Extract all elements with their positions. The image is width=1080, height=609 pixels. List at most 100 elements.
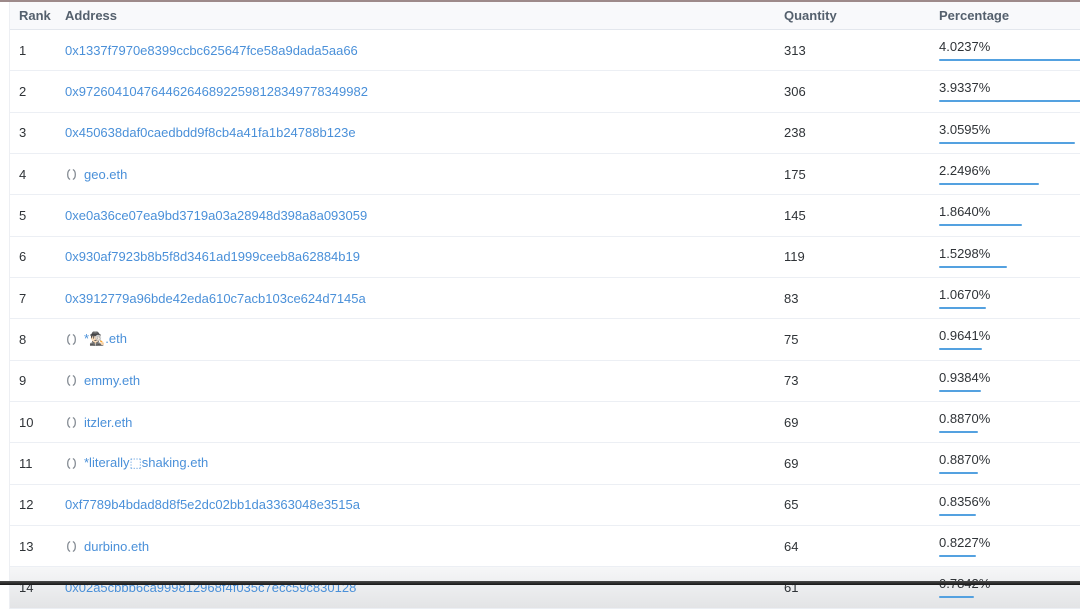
- ens-name-icon: [65, 416, 78, 429]
- percentage-cell: 1.8640%: [939, 204, 1080, 226]
- table-row: 13 durbino.eth 64 0.8227%: [10, 526, 1080, 567]
- percentage-bar-fill: [939, 431, 978, 433]
- table-header-row: Rank Address Quantity Percentage: [10, 2, 1080, 30]
- percentage-bar-fill: [939, 142, 1075, 144]
- table-row: 10 itzler.eth 69 0.8870%: [10, 402, 1080, 443]
- rank-cell: 9: [10, 373, 65, 388]
- quantity-cell: 69: [784, 415, 939, 430]
- address-link[interactable]: 0xf7789b4bdad8d8f5e2dc02bb1da3363048e351…: [65, 497, 360, 512]
- column-header-address: Address: [65, 8, 784, 23]
- percentage-value: 0.8227%: [939, 535, 1080, 550]
- quantity-cell: 64: [784, 539, 939, 554]
- percentage-cell: 0.9384%: [939, 370, 1080, 392]
- address-cell: geo.eth: [65, 167, 784, 182]
- address-link[interactable]: 0x450638daf0caedbdd9f8cb4a41fa1b24788b12…: [65, 125, 356, 140]
- percentage-value: 3.9337%: [939, 80, 1080, 95]
- percentage-value: 2.2496%: [939, 163, 1080, 178]
- address-cell: 0xe0a36ce07ea9bd3719a03a28948d398a8a0930…: [65, 208, 784, 223]
- address-link[interactable]: 0x97260410476446264689225981283497783499…: [65, 84, 368, 99]
- quantity-cell: 306: [784, 84, 939, 99]
- rank-cell: 11: [10, 456, 65, 471]
- percentage-value: 1.8640%: [939, 204, 1080, 219]
- quantity-cell: 69: [784, 456, 939, 471]
- rank-cell: 7: [10, 291, 65, 306]
- address-link[interactable]: *literally⬚shaking.eth: [84, 455, 208, 471]
- address-link[interactable]: 0x1337f7970e8399ccbc625647fce58a9dada5aa…: [65, 43, 358, 58]
- table-row: 5 0xe0a36ce07ea9bd3719a03a28948d398a8a09…: [10, 195, 1080, 236]
- percentage-bar-fill: [939, 100, 1080, 102]
- percentage-value: 0.8870%: [939, 452, 1080, 467]
- address-cell: emmy.eth: [65, 373, 784, 388]
- quantity-cell: 238: [784, 125, 939, 140]
- address-cell: *literally⬚shaking.eth: [65, 455, 784, 471]
- percentage-bar-fill: [939, 472, 978, 474]
- percentage-cell: 0.8356%: [939, 494, 1080, 516]
- table-row: 12 0xf7789b4bdad8d8f5e2dc02bb1da3363048e…: [10, 485, 1080, 526]
- address-cell: 0x97260410476446264689225981283497783499…: [65, 84, 784, 99]
- rank-cell: 4: [10, 167, 65, 182]
- address-cell: 0x3912779a96bde42eda610c7acb103ce624d714…: [65, 291, 784, 306]
- ens-name-icon: [65, 168, 78, 181]
- column-header-rank: Rank: [10, 8, 65, 23]
- percentage-bar-fill: [939, 390, 981, 392]
- percentage-value: 0.9384%: [939, 370, 1080, 385]
- address-link[interactable]: 0x930af7923b8b5f8d3461ad1999ceeb8a62884b…: [65, 249, 360, 264]
- table-row: 11 *literally⬚shaking.eth 69 0.8870%: [10, 443, 1080, 484]
- rank-cell: 6: [10, 249, 65, 264]
- percentage-bar-fill: [939, 514, 976, 516]
- quantity-cell: 83: [784, 291, 939, 306]
- table-body: 1 0x1337f7970e8399ccbc625647fce58a9dada5…: [10, 30, 1080, 609]
- holders-table: Rank Address Quantity Percentage 1 0x133…: [9, 2, 1080, 609]
- percentage-cell: 2.2496%: [939, 163, 1080, 185]
- percentage-bar-fill: [939, 266, 1007, 268]
- ens-name-icon: [65, 374, 78, 387]
- table-row: 7 0x3912779a96bde42eda610c7acb103ce624d7…: [10, 278, 1080, 319]
- percentage-cell: 3.9337%: [939, 80, 1080, 102]
- percentage-value: 0.8356%: [939, 494, 1080, 509]
- percentage-cell: 4.0237%: [939, 39, 1080, 61]
- address-cell: 0x930af7923b8b5f8d3461ad1999ceeb8a62884b…: [65, 249, 784, 264]
- percentage-bar-fill: [939, 348, 982, 350]
- rank-cell: 3: [10, 125, 65, 140]
- column-header-percentage: Percentage: [939, 8, 1080, 23]
- percentage-value: 3.0595%: [939, 122, 1080, 137]
- percentage-bar-fill: [939, 183, 1039, 185]
- address-link[interactable]: itzler.eth: [84, 415, 132, 430]
- ens-name-icon: [65, 333, 78, 346]
- table-row: 2 0x972604104764462646892259812834977834…: [10, 71, 1080, 112]
- address-cell: 0xf7789b4bdad8d8f5e2dc02bb1da3363048e351…: [65, 497, 784, 512]
- rank-cell: 2: [10, 84, 65, 99]
- address-link[interactable]: 0x3912779a96bde42eda610c7acb103ce624d714…: [65, 291, 366, 306]
- ens-name-icon: [65, 457, 78, 470]
- quantity-cell: 119: [784, 249, 939, 264]
- percentage-cell: 0.9641%: [939, 328, 1080, 350]
- table-row: 9 emmy.eth 73 0.9384%: [10, 361, 1080, 402]
- quantity-cell: 145: [784, 208, 939, 223]
- percentage-bar-fill: [939, 555, 976, 557]
- percentage-cell: 1.0670%: [939, 287, 1080, 309]
- rank-cell: 5: [10, 208, 65, 223]
- percentage-value: 1.0670%: [939, 287, 1080, 302]
- table-row: 6 0x930af7923b8b5f8d3461ad1999ceeb8a6288…: [10, 237, 1080, 278]
- address-link[interactable]: emmy.eth: [84, 373, 140, 388]
- address-link[interactable]: durbino.eth: [84, 539, 149, 554]
- address-link[interactable]: *🕵🏻‍♂️.eth: [84, 331, 127, 347]
- percentage-cell: 0.8227%: [939, 535, 1080, 557]
- table-row: 1 0x1337f7970e8399ccbc625647fce58a9dada5…: [10, 30, 1080, 71]
- percentage-cell: 3.0595%: [939, 122, 1080, 144]
- address-link[interactable]: 0xe0a36ce07ea9bd3719a03a28948d398a8a0930…: [65, 208, 367, 223]
- address-cell: *🕵🏻‍♂️.eth: [65, 331, 784, 347]
- quantity-cell: 73: [784, 373, 939, 388]
- table-row: 14 0x02a5cbbb6ca999812968f4f035c7ecc59c8…: [10, 567, 1080, 608]
- table-row: 8 *🕵🏻‍♂️.eth 75 0.9641%: [10, 319, 1080, 360]
- percentage-cell: 0.8870%: [939, 411, 1080, 433]
- quantity-cell: 313: [784, 43, 939, 58]
- bottom-edge-strip: [0, 581, 1080, 585]
- quantity-cell: 75: [784, 332, 939, 347]
- percentage-bar-fill: [939, 224, 1022, 226]
- address-cell: durbino.eth: [65, 539, 784, 554]
- address-link[interactable]: geo.eth: [84, 167, 127, 182]
- address-cell: itzler.eth: [65, 415, 784, 430]
- percentage-cell: 1.5298%: [939, 246, 1080, 268]
- percentage-value: 0.9641%: [939, 328, 1080, 343]
